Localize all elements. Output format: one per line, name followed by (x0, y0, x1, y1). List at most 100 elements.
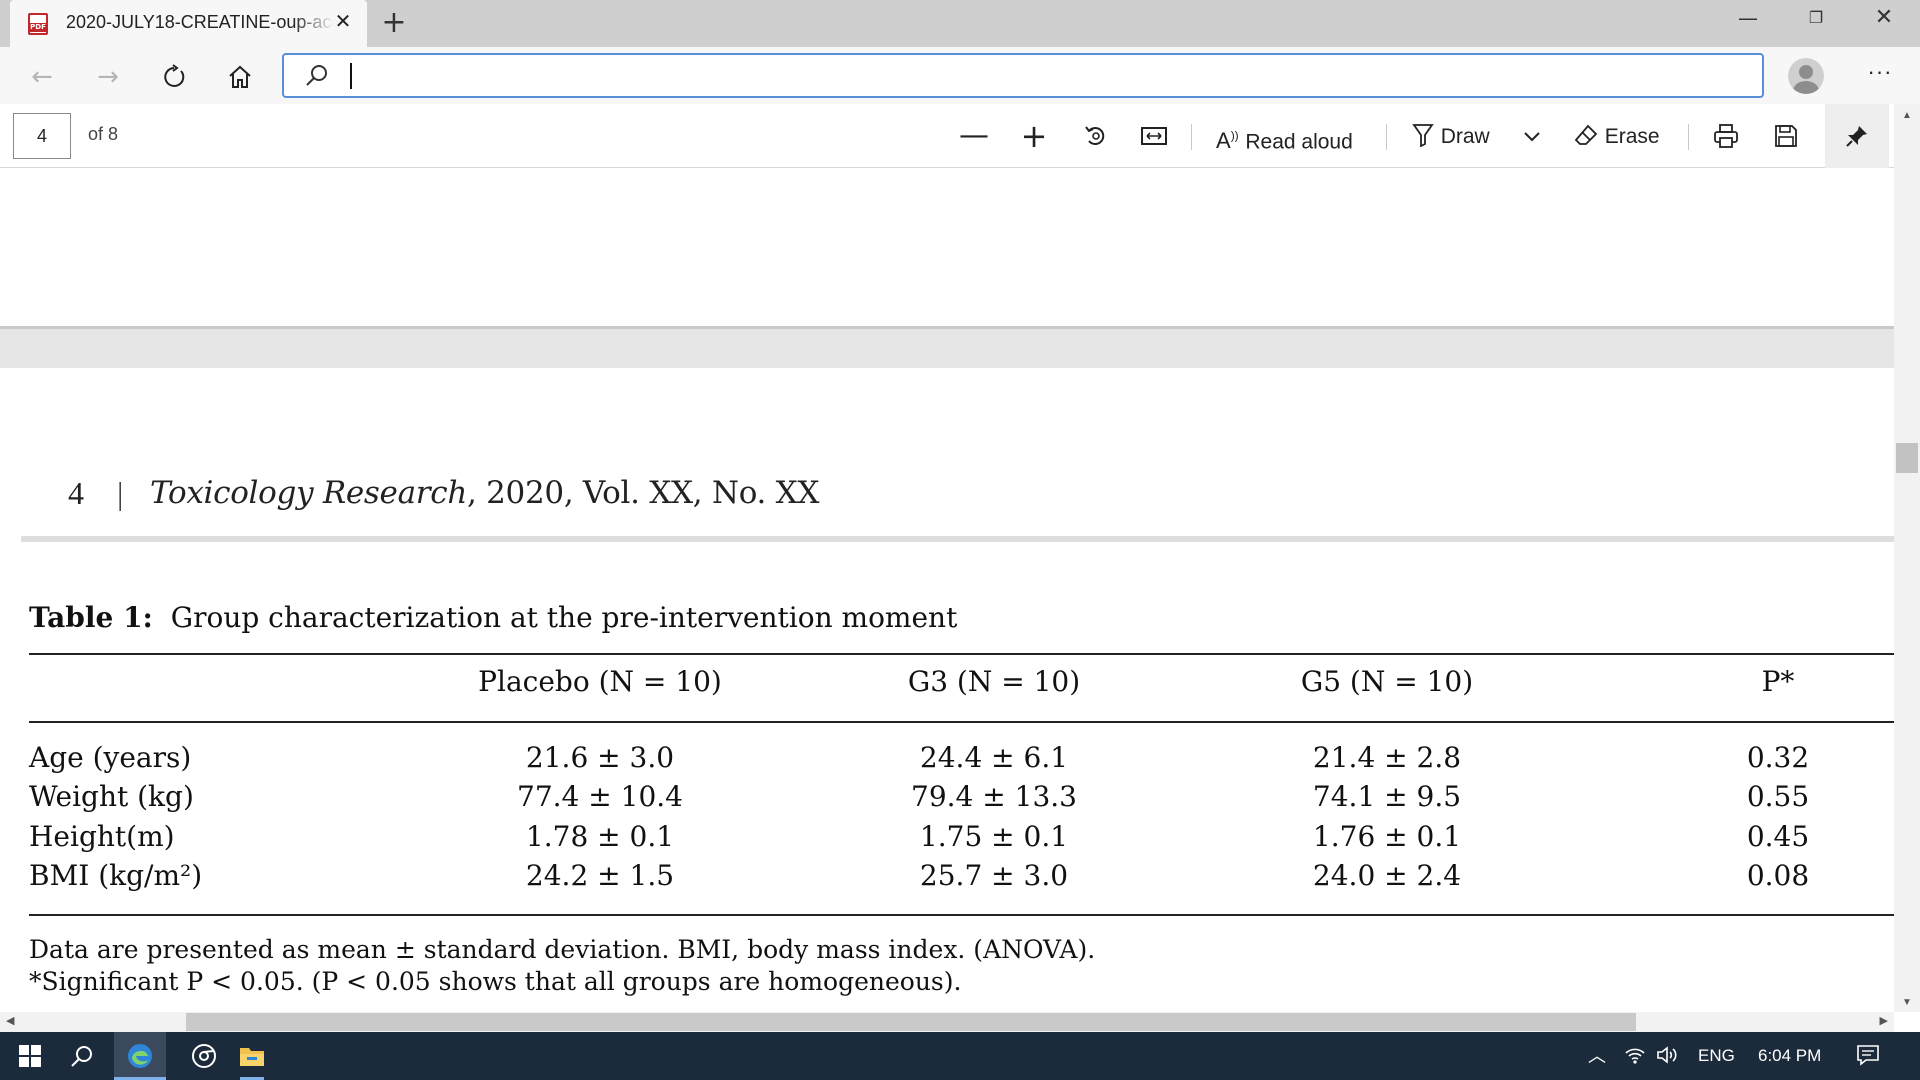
vertical-scroll-thumb[interactable] (1896, 443, 1918, 473)
table-cell: 1.75 ± 0.1 (919, 820, 1069, 853)
profile-icon[interactable] (1788, 58, 1824, 94)
address-input[interactable] (348, 61, 1728, 91)
tab-title: 2020-JULY18-CREATINE-oup-accepted-manusc… (66, 12, 334, 32)
journal-name: Toxicology Research (150, 475, 468, 511)
back-arrow-icon[interactable]: ← (22, 57, 62, 97)
table-caption-text: Group characterization at the pre-interv… (170, 601, 958, 634)
table-cell: 0.45 (1746, 820, 1810, 853)
table-cell: 21.4 ± 2.8 (1312, 741, 1462, 774)
scroll-down-icon[interactable]: ▼ (1901, 997, 1913, 1008)
volume-icon[interactable] (1656, 1032, 1680, 1080)
windows-start-icon[interactable] (0, 1032, 60, 1080)
text-caret (350, 63, 352, 89)
journal-header: Toxicology Research, 2020, Vol. XX, No. … (150, 475, 820, 511)
save-icon[interactable] (1768, 116, 1804, 156)
chrome-icon[interactable] (178, 1032, 230, 1080)
page-header-number: 4 (68, 475, 84, 511)
column-header-g3: G3 (N = 10) (907, 665, 1081, 698)
file-explorer-icon[interactable] (226, 1032, 278, 1080)
window-close-button[interactable]: ✕ (1854, 0, 1914, 36)
home-icon[interactable] (220, 57, 260, 97)
table-caption: Table 1: Group characterization at the p… (29, 601, 957, 634)
draw-icon (1412, 124, 1441, 148)
address-bar-row: ← → ··· (0, 47, 1920, 104)
toolbar-divider (1688, 124, 1689, 150)
chevron-up-icon[interactable]: ︿ (1588, 1032, 1606, 1080)
toolbar-divider (1191, 124, 1192, 150)
table-cell: 1.76 ± 0.1 (1312, 820, 1462, 853)
read-aloud-label: Read aloud (1245, 130, 1353, 154)
taskbar-search-icon[interactable] (52, 1032, 112, 1080)
table-footnote-significance: *Significant P < 0.05. (P < 0.05 shows t… (29, 967, 962, 996)
table-cell: 0.08 (1746, 859, 1810, 892)
zoom-out-button[interactable]: — (958, 116, 990, 156)
erase-button[interactable]: Erase (1574, 116, 1684, 156)
horizontal-scroll-thumb[interactable] (186, 1013, 1636, 1031)
zoom-in-button[interactable]: + (1018, 116, 1050, 156)
window-restore-button[interactable]: ❐ (1786, 0, 1846, 36)
chevron-down-icon[interactable] (1518, 116, 1546, 156)
page-separator (0, 326, 1894, 368)
table-cell: 74.1 ± 9.5 (1312, 780, 1462, 813)
table-header-rule (29, 721, 1894, 723)
pdf-file-icon: PDF (28, 13, 48, 35)
rotate-icon[interactable] (1078, 116, 1114, 156)
browser-tab[interactable]: PDF 2020-JULY18-CREATINE-oup-accepted-ma… (10, 0, 367, 47)
column-header-p: P* (1761, 665, 1795, 698)
taskbar: ︿ ENG 6:04 PM (0, 1032, 1920, 1080)
print-icon[interactable] (1708, 116, 1744, 156)
table-top-rule (29, 653, 1894, 655)
address-bar[interactable] (282, 53, 1764, 98)
table-cell: 21.6 ± 3.0 (525, 741, 675, 774)
table-cell: 79.4 ± 13.3 (911, 780, 1077, 813)
table-bottom-rule (29, 914, 1894, 916)
pdf-badge-label: PDF (30, 23, 46, 32)
fit-page-icon[interactable] (1136, 116, 1172, 156)
header-rule (21, 536, 1894, 542)
refresh-icon[interactable] (154, 57, 194, 97)
forward-arrow-icon[interactable]: → (88, 57, 128, 97)
language-indicator[interactable]: ENG (1698, 1032, 1735, 1080)
table-cell: 24.2 ± 1.5 (525, 859, 675, 892)
table-cell: 1.78 ± 0.1 (525, 820, 675, 853)
edge-icon[interactable] (114, 1032, 166, 1080)
column-header-g5: G5 (N = 10) (1300, 665, 1474, 698)
new-tab-button[interactable]: + (378, 8, 410, 40)
pin-icon[interactable] (1825, 104, 1889, 168)
search-icon (304, 63, 330, 94)
table-cell: 0.55 (1746, 780, 1810, 813)
more-icon[interactable]: ··· (1860, 57, 1900, 93)
column-header-placebo: Placebo (N = 10) (478, 665, 722, 698)
row-label-age: Age (years) (29, 741, 192, 774)
network-icon[interactable] (1624, 1032, 1646, 1080)
table-cell: 0.32 (1746, 741, 1810, 774)
journal-volume: , 2020, Vol. XX, No. XX (467, 475, 820, 511)
tab-strip: PDF 2020-JULY18-CREATINE-oup-accepted-ma… (0, 0, 1920, 47)
notification-icon[interactable] (1856, 1032, 1880, 1080)
read-aloud-icon: A)) (1216, 128, 1239, 154)
table-cell: 25.7 ± 3.0 (919, 859, 1069, 892)
page-count-label: of 8 (88, 124, 119, 144)
table-cell: 24.0 ± 2.4 (1312, 859, 1462, 892)
clock[interactable]: 6:04 PM (1758, 1032, 1821, 1080)
draw-label: Draw (1440, 125, 1490, 148)
table-caption-label: Table 1: (29, 601, 153, 634)
scroll-left-icon[interactable]: ◀ (6, 1014, 14, 1027)
eraser-icon (1574, 124, 1605, 148)
draw-button[interactable]: Draw (1412, 116, 1502, 156)
page-number-input[interactable]: 4 (13, 113, 71, 159)
table-footnote: Data are presented as mean ± standard de… (29, 935, 1096, 964)
read-aloud-button[interactable]: A)) Read aloud (1216, 116, 1366, 156)
scroll-right-icon[interactable]: ▶ (1880, 1014, 1888, 1027)
pdf-toolbar: 4 of 8 — + A)) Read aloud Draw Erase (0, 104, 1920, 168)
erase-label: Erase (1604, 125, 1660, 148)
pdf-viewport[interactable]: 4 | Toxicology Research, 2020, Vol. XX, … (0, 169, 1894, 1012)
row-label-bmi: BMI (kg/m²) (29, 859, 203, 892)
scroll-up-icon[interactable]: ▲ (1901, 110, 1913, 121)
toolbar-divider (1386, 124, 1387, 150)
window-minimize-button[interactable]: — (1718, 0, 1778, 36)
tab-close-icon[interactable]: ✕ (331, 10, 355, 34)
vertical-scrollbar[interactable]: ▲ ▼ (1894, 104, 1920, 1012)
page-header-separator: | (117, 475, 124, 511)
row-label-height: Height(m) (29, 820, 175, 853)
